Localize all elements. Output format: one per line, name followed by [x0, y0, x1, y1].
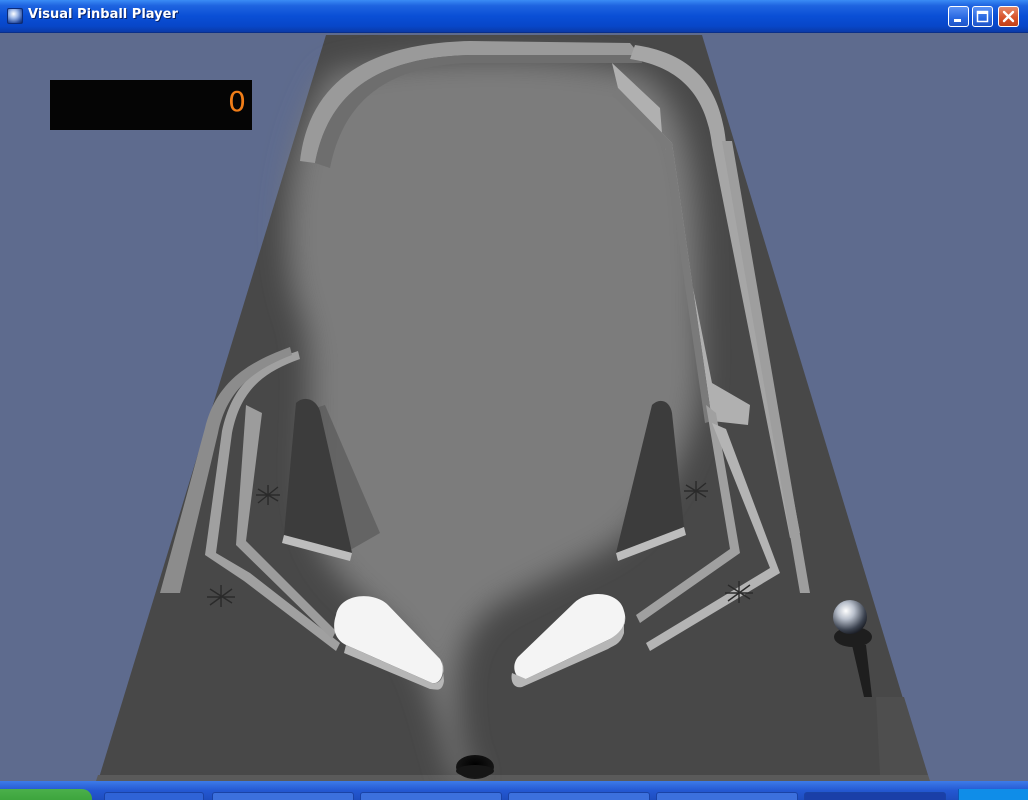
taskbar-item[interactable] — [212, 792, 354, 800]
pinball-table — [96, 35, 930, 781]
taskbar-item[interactable] — [656, 792, 798, 800]
apron-right — [876, 697, 928, 775]
taskbar-item-icon[interactable] — [104, 792, 204, 800]
system-tray[interactable] — [958, 789, 1028, 800]
drain-hole-rim — [456, 765, 494, 777]
close-button[interactable] — [998, 6, 1019, 27]
minimize-icon — [954, 19, 961, 22]
taskbar-item-active[interactable] — [804, 792, 946, 800]
title-bar[interactable]: Visual Pinball Player — [0, 0, 1028, 33]
minimize-button[interactable] — [948, 6, 969, 27]
maximize-button[interactable] — [972, 6, 993, 27]
start-button-icon[interactable] — [0, 789, 92, 800]
close-icon — [1002, 10, 1015, 23]
playfield-view[interactable]: 0 — [0, 33, 1028, 781]
maximize-icon — [976, 10, 989, 23]
score-display: 0 — [50, 80, 252, 130]
taskbar-item[interactable] — [508, 792, 650, 800]
visual-pinball-window: Visual Pinball Player 0 — [0, 0, 1028, 800]
taskbar — [0, 781, 1028, 800]
taskbar-item[interactable] — [360, 792, 502, 800]
pinball-app-icon[interactable] — [7, 8, 23, 24]
window-title: Visual Pinball Player — [28, 7, 178, 22]
pinball — [833, 600, 867, 634]
score-value: 0 — [228, 85, 246, 118]
